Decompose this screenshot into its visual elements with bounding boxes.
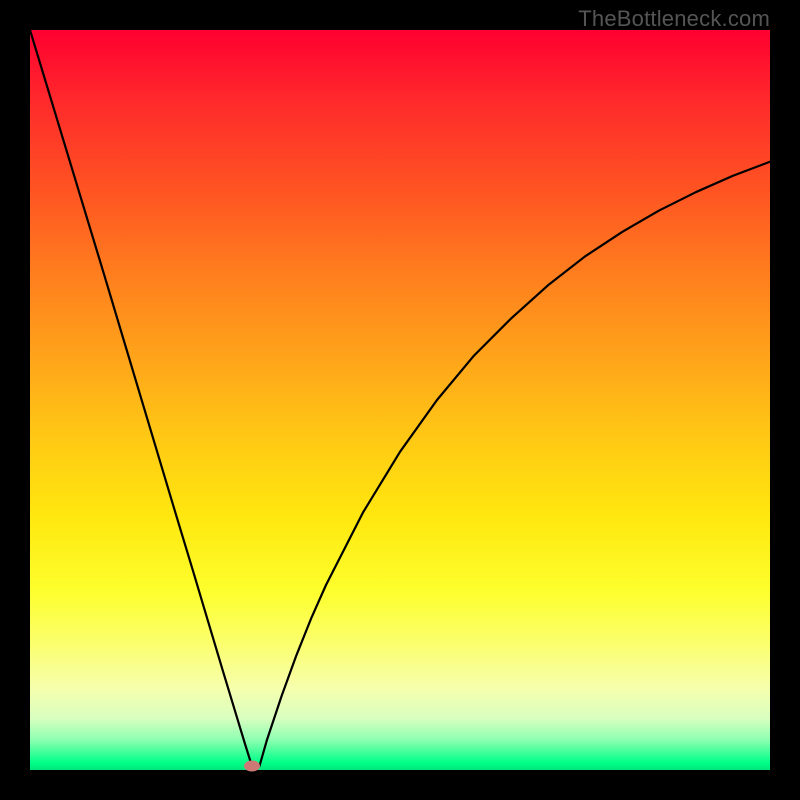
bottleneck-curve: [30, 30, 770, 766]
watermark-text: TheBottleneck.com: [578, 6, 770, 32]
curve-layer: [30, 30, 770, 770]
optimum-marker: [244, 761, 260, 772]
chart-container: TheBottleneck.com: [0, 0, 800, 800]
